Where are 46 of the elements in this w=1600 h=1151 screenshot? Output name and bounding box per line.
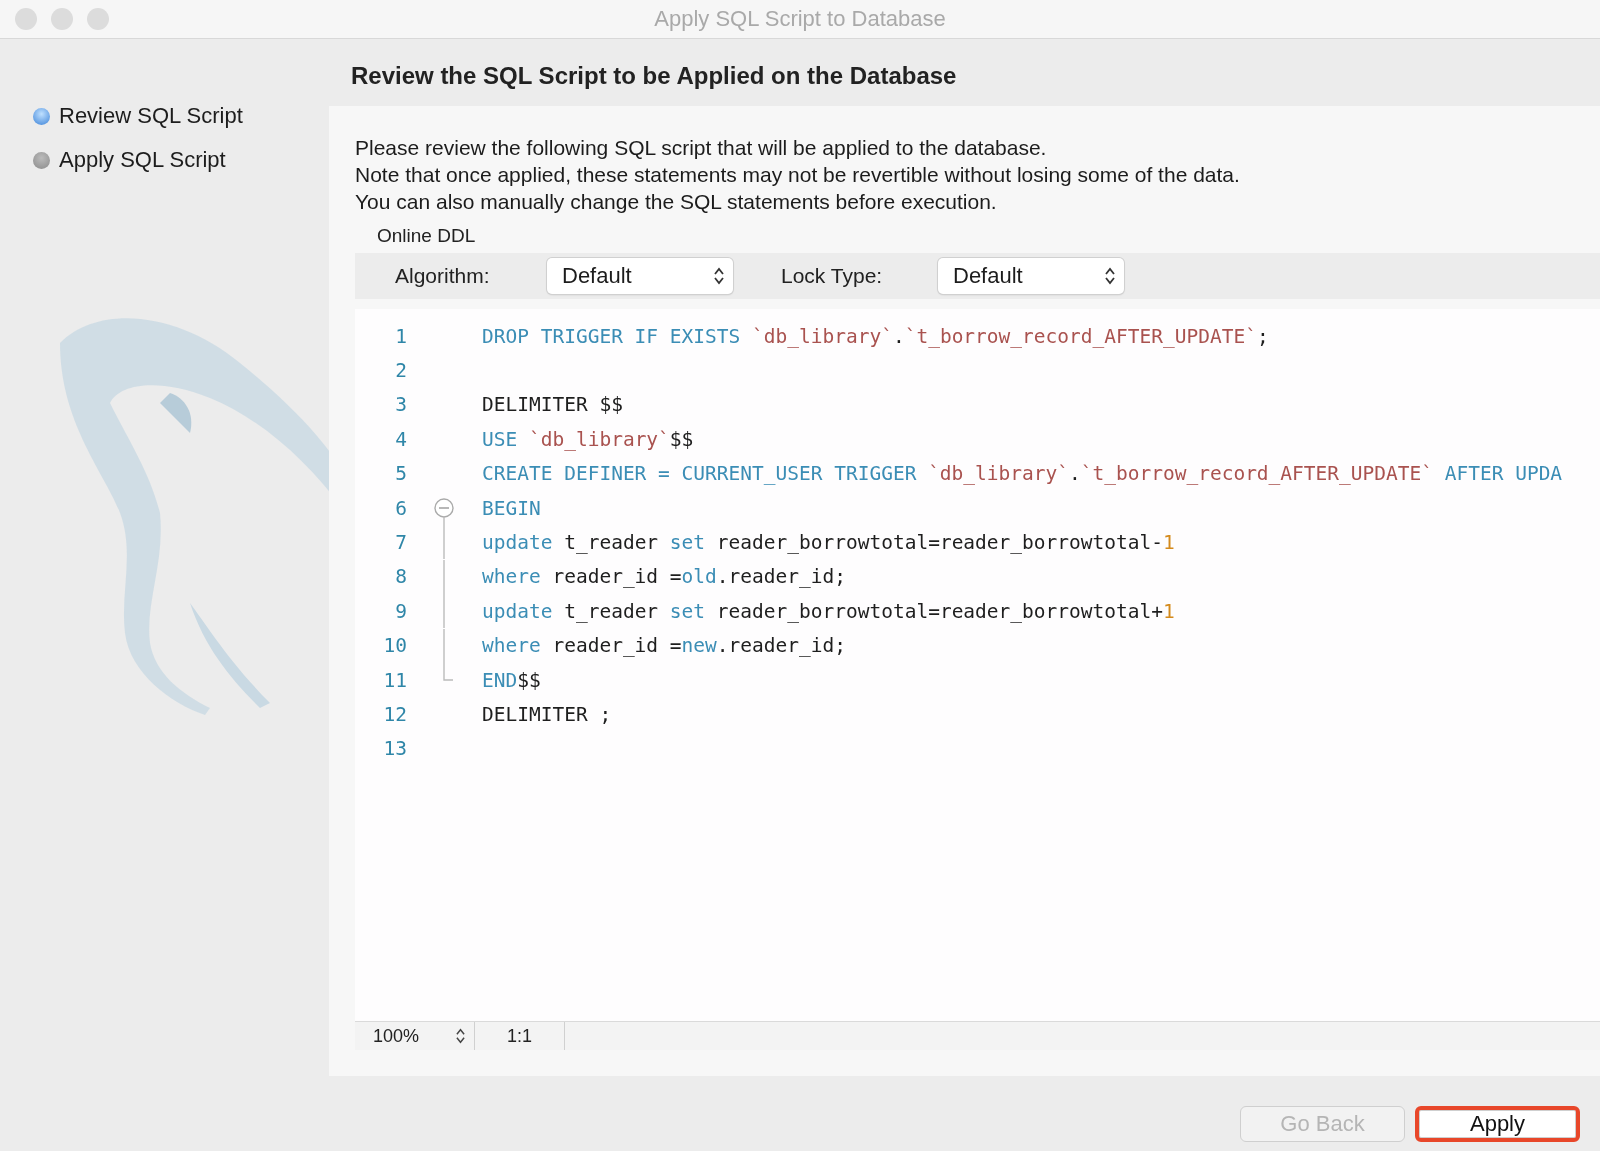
line-number: 5 (394, 462, 407, 486)
wizard-step: Review SQL Script (33, 103, 329, 129)
code-line: DROP TRIGGER IF EXISTS `db_library`.`t_borrow_record_AFTER_UPDATE`; (482, 324, 1269, 348)
algorithm-dropdown[interactable]: Default (547, 258, 733, 294)
instruction-text: Note that once applied, these statements may not be revertible without losing some of the data. (355, 162, 1241, 188)
line-number: 4 (394, 427, 407, 451)
window-close-control[interactable] (15, 8, 37, 30)
line-number: 10 (382, 634, 407, 658)
code-line: END$$ (482, 668, 541, 692)
code-line: update t_reader set reader_borrowtotal=reader_borrowtotal+1 (482, 599, 1175, 623)
code-line: where reader_id =new.reader_id; (482, 634, 846, 658)
line-number: 2 (394, 359, 407, 383)
window-title: Apply SQL Script to Database (654, 6, 946, 32)
zoom-stepper[interactable]: 100% (355, 1022, 475, 1050)
line-number: 3 (394, 393, 407, 417)
stepper-arrows-icon (713, 266, 725, 286)
code-line: update t_reader set reader_borrowtotal=reader_borrowtotal-1 (482, 531, 1175, 555)
line-number: 12 (382, 703, 407, 726)
stepper-arrows-icon (1104, 266, 1116, 286)
line-number: 1 (394, 324, 407, 348)
line-number: 6 (394, 496, 407, 520)
field-label: Algorithm: (395, 264, 491, 288)
lock-type-dropdown[interactable]: Default (938, 258, 1124, 294)
line-number: 7 (394, 531, 407, 555)
instruction-text: Please review the following SQL script that will be applied to the database. (355, 135, 1048, 161)
section-title: Online DDL (376, 224, 477, 248)
window-zoom-control[interactable] (87, 8, 109, 30)
code-line: BEGIN (482, 496, 541, 520)
cursor-position: 1:1 (475, 1022, 565, 1050)
code-line: DELIMITER $$ (482, 393, 623, 417)
window-minimize-control[interactable] (51, 8, 73, 30)
field-label: Lock Type: (781, 264, 884, 288)
line-number: 13 (382, 737, 407, 761)
wizard-step: Apply SQL Script (33, 147, 329, 173)
stepper-arrows-icon (455, 1027, 466, 1045)
apply-button[interactable]: Apply (1415, 1106, 1580, 1142)
page-heading: Review the SQL Script to be Applied on the Database (350, 61, 958, 91)
code-line: where reader_id =old.reader_id; (482, 565, 846, 589)
line-number: 11 (382, 668, 407, 692)
instruction-text: You can also manually change the SQL statements before execution. (355, 189, 998, 215)
code-line: USE `db_library`$$ (482, 427, 694, 451)
line-number: 8 (394, 565, 407, 589)
code-line: DELIMITER ; (482, 703, 612, 726)
code-editor[interactable] (355, 309, 1600, 1021)
code-line: CREATE DEFINER = CURRENT_USER TRIGGER `db_library`.`t_borrow_record_AFTER_UPDATE` AFTER UPDA (482, 462, 1563, 486)
line-number: 9 (394, 599, 407, 623)
